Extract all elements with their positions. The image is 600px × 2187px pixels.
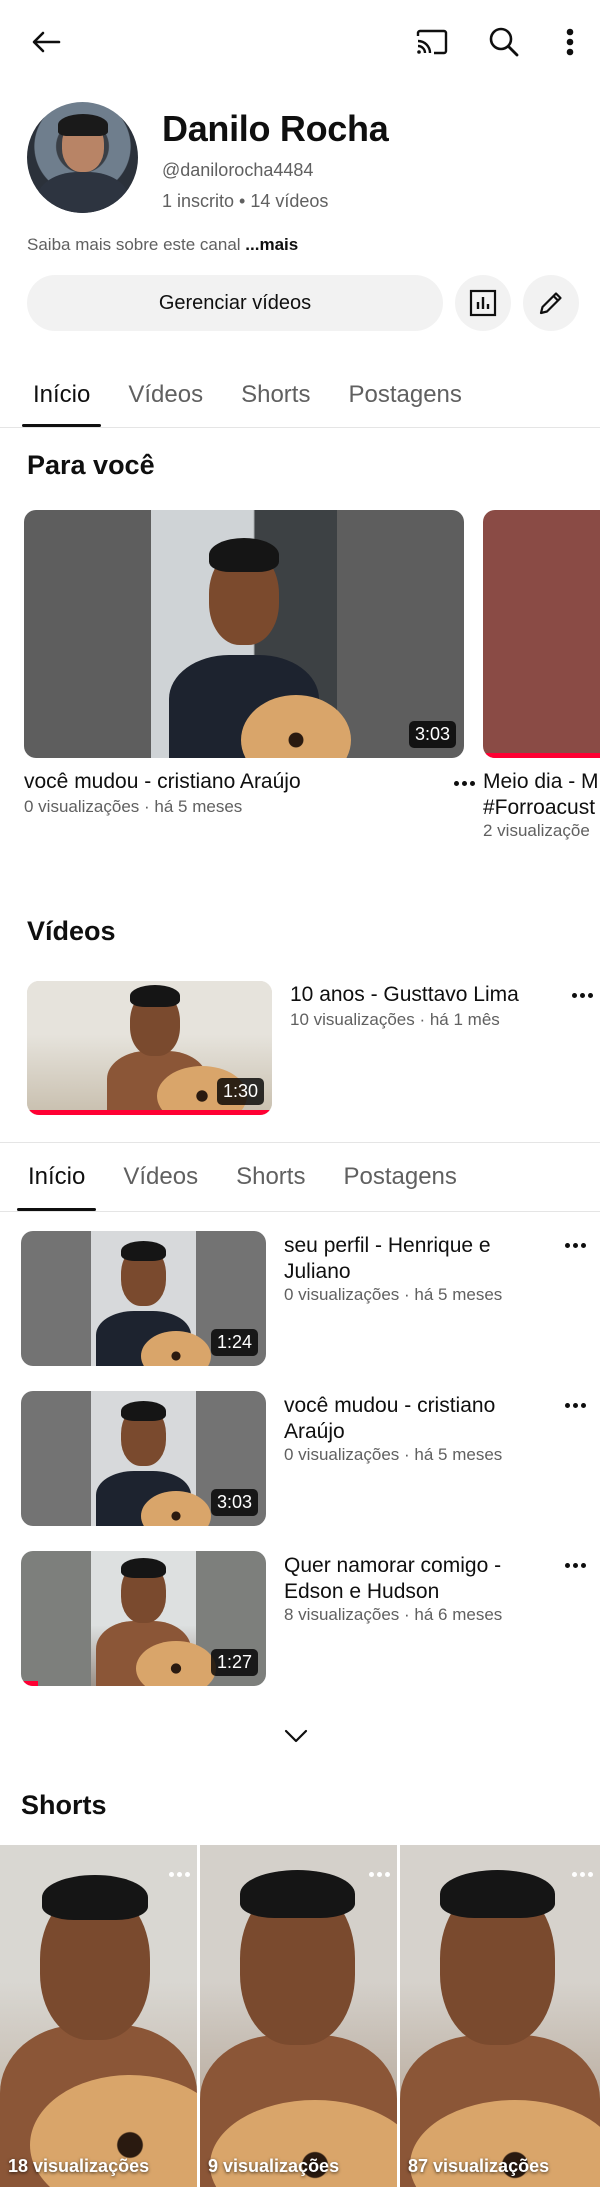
avatar[interactable] [27, 102, 138, 213]
video-thumbnail[interactable]: 3:03 [24, 510, 464, 758]
channel-name: Danilo Rocha [162, 108, 389, 149]
more-vert-icon[interactable] [167, 1859, 191, 1889]
video-thumbnail[interactable] [483, 510, 600, 758]
channel-handle: @danilorocha4484 [162, 160, 314, 180]
watch-progress-bar [483, 753, 600, 758]
pencil-icon [539, 292, 562, 315]
video-title-line: seu perfil - Henrique e [284, 1234, 491, 1257]
videos-section-title: Vídeos [27, 916, 116, 946]
video-thumbnail[interactable]: 1:30 [27, 981, 272, 1115]
video-thumbnail[interactable]: 1:27 [21, 1551, 266, 1686]
video-title-line: Juliano [284, 1260, 351, 1283]
short-views: 18 visualizações [8, 2156, 150, 2176]
video-meta: 2 visualizaçõe [483, 821, 590, 840]
tab-videos[interactable]: Vídeos [109, 363, 222, 427]
for-you-title: Para você [27, 450, 155, 480]
duration-badge: 1:27 [210, 1649, 258, 1676]
video-title[interactable]: você mudou - cristiano Araújo [284, 1393, 495, 1445]
short-thumbnail[interactable]: 9 visualizações [200, 1845, 397, 2187]
video-title-line: Edson e Hudson [284, 1580, 440, 1603]
video-title[interactable]: você mudou - cristiano Araújo [24, 769, 301, 795]
video-meta: 8 visualizações · há 6 meses [284, 1605, 503, 1624]
video-title[interactable]: 10 anos - Gusttavo Lima [290, 982, 519, 1008]
video-title-line: Araújo [284, 1420, 345, 1443]
watch-progress-bar [21, 1681, 39, 1686]
tab-posts[interactable]: Postagens [329, 363, 480, 427]
about-text: Saiba mais sobre este canal [27, 235, 246, 254]
cast-icon[interactable] [410, 20, 454, 64]
short-thumbnail[interactable]: 87 visualizações [400, 1845, 600, 2187]
edit-channel-button[interactable] [523, 275, 579, 331]
more-vert-icon[interactable] [570, 1859, 594, 1889]
video-title-line: Meio dia - M [483, 770, 599, 793]
video-meta: 0 visualizações · há 5 meses [24, 797, 243, 816]
analytics-button[interactable] [455, 275, 511, 331]
analytics-icon [469, 289, 497, 317]
tab-posts[interactable]: Postagens [324, 1143, 475, 1211]
back-arrow-icon[interactable] [24, 20, 68, 64]
video-thumbnail[interactable]: 3:03 [21, 1391, 266, 1526]
more-vert-icon[interactable] [563, 1390, 587, 1420]
duration-badge: 1:30 [216, 1078, 264, 1105]
watch-progress-bar [27, 1110, 272, 1115]
duration-badge: 1:24 [210, 1329, 258, 1356]
channel-about-link[interactable]: Saiba mais sobre este canal ...mais [27, 235, 298, 255]
duration-badge: 3:03 [408, 721, 456, 748]
manage-videos-button[interactable]: Gerenciar vídeos [27, 275, 443, 331]
short-thumbnail[interactable]: 18 visualizações [0, 1845, 197, 2187]
video-meta: 0 visualizações · há 5 meses [284, 1445, 503, 1464]
short-views: 9 visualizações [208, 2156, 340, 2176]
tab-home[interactable]: Início [9, 1143, 104, 1211]
more-vert-icon[interactable] [367, 1859, 391, 1889]
video-thumbnail[interactable]: 1:24 [21, 1231, 266, 1366]
channel-stats: 1 inscrito • 14 vídeos [162, 191, 329, 211]
channel-tabs: Início Vídeos Shorts Postagens [0, 363, 600, 428]
tab-home[interactable]: Início [14, 363, 109, 427]
video-title-line: você mudou - cristiano [284, 1394, 496, 1417]
chevron-down-icon[interactable] [276, 1716, 316, 1756]
video-title[interactable]: Quer namorar comigo - Edson e Hudson [284, 1553, 501, 1605]
video-meta: 0 visualizações · há 5 meses [284, 1285, 503, 1304]
channel-tabs-sticky: Início Vídeos Shorts Postagens [0, 1142, 600, 1212]
more-vert-icon[interactable] [563, 1230, 587, 1260]
tab-shorts[interactable]: Shorts [217, 1143, 324, 1211]
duration-badge: 3:03 [210, 1489, 258, 1516]
more-vert-icon[interactable] [548, 20, 592, 64]
video-title-line: #Forroacust [483, 796, 596, 819]
video-title[interactable]: seu perfil - Henrique e Juliano [284, 1233, 491, 1285]
shorts-section-title: Shorts [21, 1790, 107, 1820]
more-vert-icon[interactable] [452, 768, 476, 798]
video-meta: 10 visualizações · há 1 mês [290, 1010, 500, 1029]
video-title-line: Quer namorar comigo - [284, 1554, 502, 1577]
about-more: ...mais [245, 235, 299, 254]
video-title[interactable]: Meio dia - M #Forroacust [483, 769, 599, 821]
tab-shorts[interactable]: Shorts [222, 363, 329, 427]
search-icon[interactable] [482, 20, 526, 64]
more-vert-icon[interactable] [563, 1550, 587, 1580]
more-vert-icon[interactable] [570, 980, 594, 1010]
short-views: 87 visualizações [408, 2156, 550, 2176]
tab-videos[interactable]: Vídeos [104, 1143, 217, 1211]
